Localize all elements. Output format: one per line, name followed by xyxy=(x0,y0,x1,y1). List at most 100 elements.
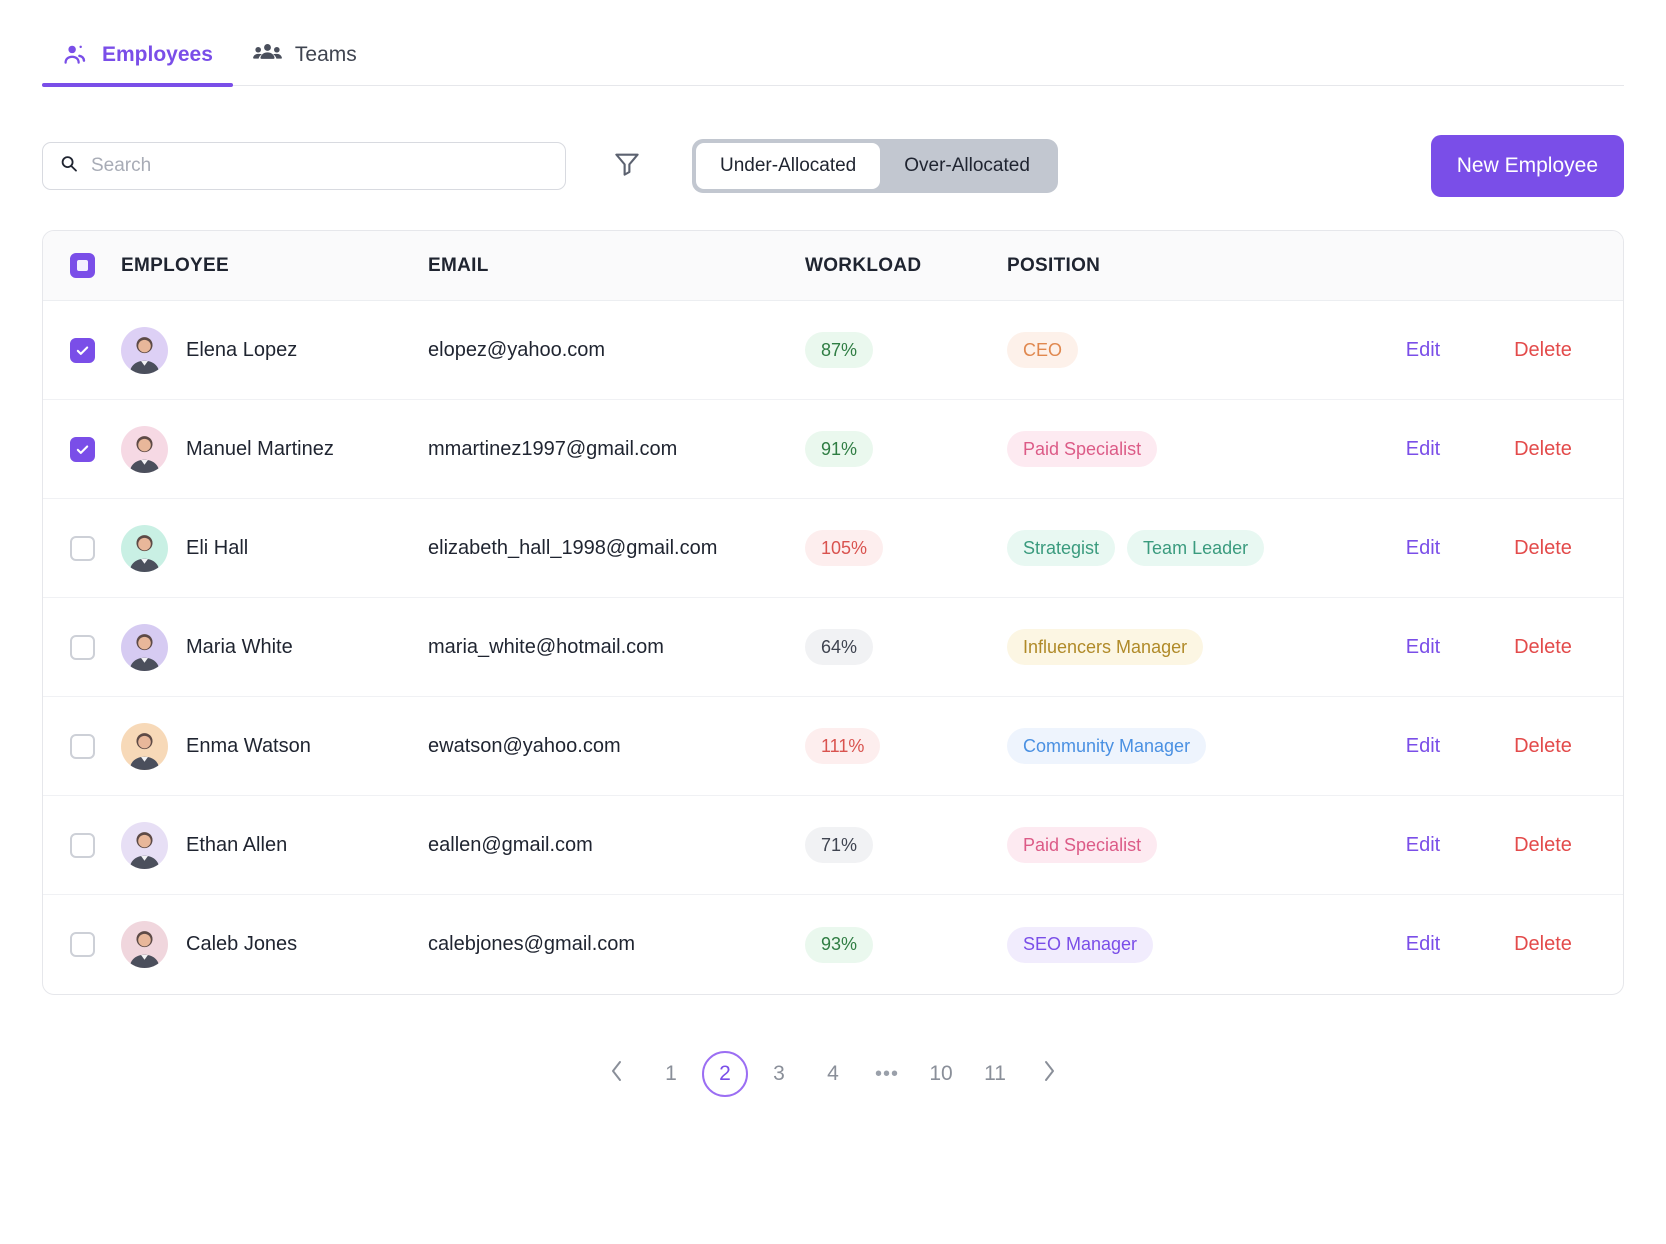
employee-name: Enma Watson xyxy=(186,734,311,757)
edit-link[interactable]: Edit xyxy=(1363,933,1483,956)
avatar xyxy=(121,524,168,572)
row-actions: Edit Delete xyxy=(1327,537,1623,560)
email-cell: elopez@yahoo.com xyxy=(428,339,805,362)
workload-cell: 105% xyxy=(805,530,1007,566)
table-row: Ethan Allen eallen@gmail.com 71% Paid Speci… xyxy=(43,796,1623,895)
delete-link[interactable]: Delete xyxy=(1483,933,1603,956)
employee-name: Elena Lopez xyxy=(186,338,298,361)
new-employee-button[interactable]: New Employee xyxy=(1430,135,1624,197)
employee-email: calebjones@gmail.com xyxy=(428,933,636,955)
search-box[interactable] xyxy=(42,142,566,190)
employee-email: elizabeth_hall_1998@gmail.com xyxy=(428,536,718,559)
avatar xyxy=(121,425,168,473)
pagination-page[interactable]: 1 xyxy=(648,1051,694,1097)
edit-link[interactable]: Edit xyxy=(1363,438,1483,461)
row-actions: Edit Delete xyxy=(1327,339,1623,362)
column-header-email[interactable]: EMAIL xyxy=(428,255,805,277)
workload-badge: 64% xyxy=(805,629,874,665)
employee-cell: Enma Watson xyxy=(121,722,428,770)
position-badge: SEO Manager xyxy=(1007,926,1154,963)
search-input[interactable] xyxy=(91,155,549,177)
pagination: 1 2 3 4 ••• 10 11 xyxy=(0,1051,1666,1097)
pagination-prev[interactable] xyxy=(594,1051,640,1097)
column-header-position[interactable]: POSITION xyxy=(1007,255,1327,277)
employees-page: Employees Teams Search Under-Allocated O… xyxy=(0,0,1666,1244)
edit-link[interactable]: Edit xyxy=(1363,636,1483,659)
tab-bar: Employees Teams xyxy=(42,0,1624,87)
tab-employees[interactable]: Employees xyxy=(42,41,233,87)
pagination-next[interactable] xyxy=(1026,1051,1072,1097)
edit-link[interactable]: Edit xyxy=(1363,735,1483,758)
user-single-icon xyxy=(62,41,89,68)
select-all-checkbox[interactable] xyxy=(69,253,95,278)
delete-link[interactable]: Delete xyxy=(1483,339,1603,362)
filter-funnel-icon xyxy=(612,149,642,184)
employee-name: Eli Hall xyxy=(186,536,249,559)
column-header-workload[interactable]: WORKLOAD xyxy=(805,255,1007,277)
row-checkbox[interactable] xyxy=(69,337,95,363)
tab-teams-label: Teams xyxy=(294,42,357,66)
delete-link[interactable]: Delete xyxy=(1483,834,1603,857)
workload-cell: 91% xyxy=(805,431,1007,467)
position-cell: Paid Specialist xyxy=(1007,827,1327,863)
position-badge: Paid Specialist xyxy=(1007,827,1158,863)
tab-teams[interactable]: Teams xyxy=(233,41,377,86)
email-cell: ewatson@yahoo.com xyxy=(428,735,805,758)
row-checkbox[interactable] xyxy=(69,634,95,660)
search-icon xyxy=(59,154,79,179)
employee-email: elopez@yahoo.com xyxy=(428,338,606,361)
pagination-page[interactable]: 2 xyxy=(702,1051,748,1097)
employee-cell: Ethan Allen xyxy=(121,821,428,869)
segment-under-allocated[interactable]: Under-Allocated xyxy=(696,143,881,189)
row-actions: Edit Delete xyxy=(1327,735,1623,758)
edit-link[interactable]: Edit xyxy=(1363,537,1483,560)
table-row: Eli Hall elizabeth_hall_1998@gmail.com 105… xyxy=(43,499,1623,598)
row-checkbox[interactable] xyxy=(69,733,95,759)
allocation-filter-group: Under-Allocated Over-Allocated xyxy=(692,139,1058,193)
edit-link[interactable]: Edit xyxy=(1363,834,1483,857)
position-cell: CEO xyxy=(1007,332,1327,368)
row-select-cell xyxy=(43,535,121,561)
delete-link[interactable]: Delete xyxy=(1483,438,1603,461)
segment-over-allocated[interactable]: Over-Allocated xyxy=(880,143,1054,189)
table-body: Elena Lopez elopez@yahoo.com 87% CEO Edit Del… xyxy=(43,301,1623,994)
position-badge: Strategist xyxy=(1007,530,1116,566)
employee-cell: Elena Lopez xyxy=(121,326,428,374)
employee-name: Caleb Jones xyxy=(186,933,298,955)
workload-badge: 93% xyxy=(805,926,874,963)
delete-link[interactable]: Delete xyxy=(1483,537,1603,560)
employee-name: Ethan Allen xyxy=(186,833,288,856)
pagination-page[interactable]: 3 xyxy=(756,1051,802,1097)
table-row: Elena Lopez elopez@yahoo.com 87% CEO Edit Del… xyxy=(43,301,1623,400)
workload-badge: 87% xyxy=(805,332,874,368)
pagination-page[interactable]: 4 xyxy=(810,1051,856,1097)
edit-link[interactable]: Edit xyxy=(1363,339,1483,362)
employees-table: EMPLOYEE EMAIL WORKLOAD POSITION Elena L… xyxy=(42,230,1624,995)
delete-link[interactable]: Delete xyxy=(1483,735,1603,758)
row-actions: Edit Delete xyxy=(1327,933,1623,956)
table-row: Enma Watson ewatson@yahoo.com 111% Communit… xyxy=(43,697,1623,796)
employee-email: mmartinez1997@gmail.com xyxy=(428,437,678,460)
row-checkbox[interactable] xyxy=(69,932,95,957)
row-checkbox[interactable] xyxy=(69,832,95,858)
avatar xyxy=(121,326,168,374)
workload-cell: 64% xyxy=(805,629,1007,665)
row-select-cell xyxy=(43,337,121,363)
row-checkbox[interactable] xyxy=(69,535,95,561)
filter-button[interactable] xyxy=(604,143,650,189)
employee-email: eallen@gmail.com xyxy=(428,833,593,856)
segment-under-allocated-label: Under-Allocated xyxy=(720,155,857,176)
pagination-page[interactable]: 11 xyxy=(972,1051,1018,1097)
row-checkbox[interactable] xyxy=(69,436,95,462)
users-group-icon xyxy=(252,41,282,68)
delete-link[interactable]: Delete xyxy=(1483,636,1603,659)
row-actions: Edit Delete xyxy=(1327,636,1623,659)
row-select-cell xyxy=(43,436,121,462)
pagination-page[interactable]: 10 xyxy=(918,1051,964,1097)
workload-cell: 87% xyxy=(805,332,1007,368)
position-badge: Community Manager xyxy=(1007,728,1207,764)
table-row: Manuel Martinez mmartinez1997@gmail.com 91… xyxy=(43,400,1623,499)
column-header-employee[interactable]: EMPLOYEE xyxy=(121,255,428,277)
employee-cell: Eli Hall xyxy=(121,524,428,572)
employee-name: Maria White xyxy=(186,635,293,658)
